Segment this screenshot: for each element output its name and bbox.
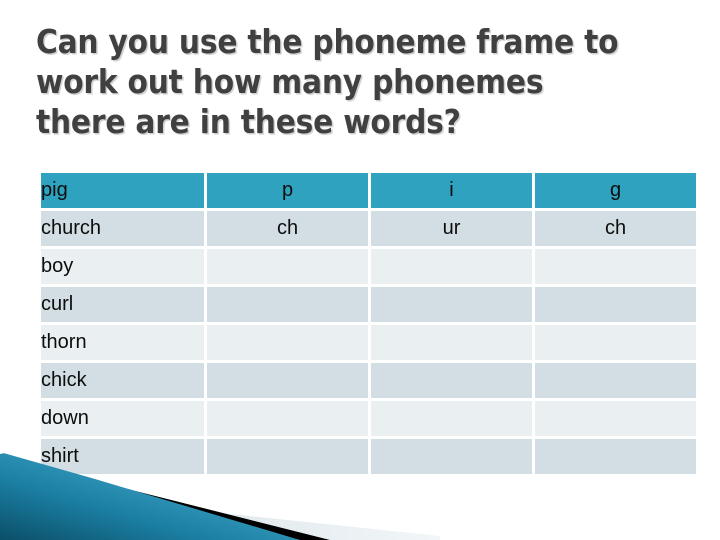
phoneme-cell-3[interactable]: [535, 439, 696, 474]
table-body: pig p i g church ch ur ch boy curl thorn chick down s…: [41, 173, 696, 474]
word-cell[interactable]: down: [41, 401, 204, 436]
table-row: church ch ur ch: [41, 211, 696, 246]
word-cell[interactable]: thorn: [41, 325, 204, 360]
word-cell[interactable]: church: [41, 211, 204, 246]
phoneme-cell-3[interactable]: g: [535, 173, 696, 208]
banner-white-notch: [0, 440, 40, 454]
phoneme-cell-2[interactable]: [371, 401, 532, 436]
phoneme-cell-1[interactable]: [207, 363, 368, 398]
word-cell[interactable]: pig: [41, 173, 204, 208]
word-cell[interactable]: shirt: [41, 439, 204, 474]
word-cell[interactable]: boy: [41, 249, 204, 284]
banner-black-stripe: [60, 480, 330, 540]
table-row: boy: [41, 249, 696, 284]
phoneme-cell-3[interactable]: [535, 363, 696, 398]
phoneme-cell-1[interactable]: ch: [207, 211, 368, 246]
phoneme-cell-2[interactable]: [371, 439, 532, 474]
phoneme-cell-3[interactable]: [535, 249, 696, 284]
phoneme-cell-1[interactable]: [207, 325, 368, 360]
table-row: down: [41, 401, 696, 436]
table-row: curl: [41, 287, 696, 322]
phoneme-frame-table: pig p i g church ch ur ch boy curl thorn chick down s…: [38, 170, 699, 477]
phoneme-cell-3[interactable]: [535, 287, 696, 322]
phoneme-cell-2[interactable]: [371, 287, 532, 322]
phoneme-cell-2[interactable]: ur: [371, 211, 532, 246]
phoneme-cell-2[interactable]: [371, 325, 532, 360]
phoneme-cell-1[interactable]: [207, 401, 368, 436]
table-row: thorn: [41, 325, 696, 360]
table-row: shirt: [41, 439, 696, 474]
phoneme-cell-3[interactable]: [535, 325, 696, 360]
phoneme-cell-2[interactable]: [371, 249, 532, 284]
phoneme-cell-1[interactable]: [207, 439, 368, 474]
phoneme-cell-1[interactable]: [207, 249, 368, 284]
table-header-row: pig p i g: [41, 173, 696, 208]
page-title: Can you use the phoneme frame to work ou…: [36, 22, 619, 141]
word-cell[interactable]: chick: [41, 363, 204, 398]
phoneme-cell-1[interactable]: p: [207, 173, 368, 208]
phoneme-cell-2[interactable]: i: [371, 173, 532, 208]
phoneme-cell-1[interactable]: [207, 287, 368, 322]
slide-canvas: Can you use the phoneme frame to work ou…: [0, 0, 720, 540]
phoneme-cell-3[interactable]: [535, 401, 696, 436]
banner-pale-wedge: [0, 490, 440, 540]
phoneme-cell-2[interactable]: [371, 363, 532, 398]
table-row: chick: [41, 363, 696, 398]
word-cell[interactable]: curl: [41, 287, 204, 322]
phoneme-cell-3[interactable]: ch: [535, 211, 696, 246]
